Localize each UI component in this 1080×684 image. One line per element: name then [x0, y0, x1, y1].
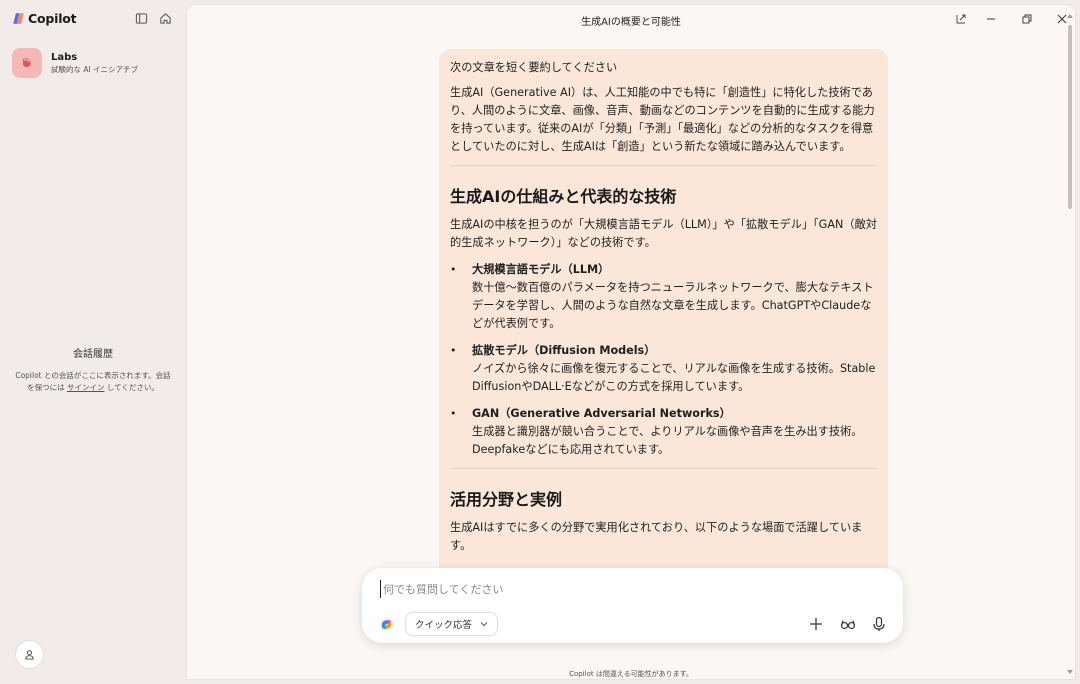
chevron-down-icon	[480, 622, 488, 627]
technology-list: 大規模言語モデル（LLM） 数十億〜数百億のパラメータを持つニューラルネットワー…	[450, 261, 877, 459]
minimize-button[interactable]	[981, 11, 1001, 27]
section-heading-mechanism: 生成AIの仕組みと代表的な技術	[450, 187, 677, 206]
composer: クイック応答	[362, 568, 903, 643]
history-title: 会話履歴	[73, 349, 113, 360]
list-item-desc: ノイズから徐々に画像を復元することで、リアルな画像を生成する技術。Stable …	[472, 362, 876, 393]
divider	[450, 468, 877, 469]
add-attachment-button[interactable]	[806, 614, 826, 634]
user-icon	[25, 650, 34, 660]
history-description: Copilot との会話がここに表示されます。会話を保つには サインイン してく…	[14, 370, 172, 394]
message-bubble: 次の文章を短く要約してください 生成AI（Generative AI）は、人工知…	[439, 49, 888, 609]
profile-button[interactable]	[15, 640, 44, 669]
restore-button[interactable]	[1017, 11, 1037, 27]
list-item: 拡散モデル（Diffusion Models） ノイズから徐々に画像を復元するこ…	[450, 342, 877, 396]
home-button[interactable]	[157, 10, 173, 26]
list-item: GAN（Generative Adversarial Networks） 生成器…	[450, 405, 877, 459]
history-desc-post: してください。	[104, 383, 159, 392]
list-item-desc: 生成器と識別器が競い合うことで、よりリアルな画像や音声を生み出す技術。Deepf…	[472, 425, 863, 456]
response-mode-label: クイック応答	[415, 620, 473, 631]
conversation-title: 生成AIの概要と可能性	[581, 17, 681, 28]
home-icon	[159, 12, 171, 24]
voice-button[interactable]	[869, 614, 889, 634]
scrollbar-thumb[interactable]	[1068, 25, 1072, 209]
plus-icon	[810, 618, 822, 630]
disclaimer: Copilot は間違える可能性があります。	[569, 670, 693, 678]
glasses-icon	[840, 620, 856, 630]
brand[interactable]: Copilot	[12, 10, 77, 26]
microphone-icon	[873, 616, 885, 631]
user-prompt: 次の文章を短く要約してください	[450, 61, 618, 74]
vision-button[interactable]	[838, 614, 858, 634]
brand-name: Copilot	[28, 10, 77, 26]
list-item: 大規模言語モデル（LLM） 数十億〜数百億のパラメータを持つニューラルネットワー…	[450, 261, 877, 333]
signin-link[interactable]: サインイン	[67, 383, 105, 392]
scroll-up-icon[interactable]	[1067, 13, 1073, 19]
sidebar: Copilot Labs 試験的な AI イニシアチブ 会話履歴 Copilot…	[0, 0, 186, 684]
response-mode-dropdown[interactable]: クイック応答	[405, 612, 499, 636]
section-heading-applications: 活用分野と実例	[450, 490, 563, 509]
list-item-desc: 数十億〜数百億のパラメータを持つニューラルネットワークで、膨大なテキストデータを…	[472, 281, 874, 330]
intro-paragraph: 生成AI（Generative AI）は、人工知能の中でも特に「創造性」に特化し…	[450, 86, 875, 153]
labs-subtitle: 試験的な AI イニシアチブ	[51, 65, 138, 74]
labs-title: Labs	[51, 52, 78, 63]
labs-icon	[12, 48, 42, 78]
popout-icon	[956, 14, 966, 24]
flask-icon	[23, 58, 31, 68]
sidebar-panel-icon	[135, 12, 147, 24]
popout-button[interactable]	[951, 11, 971, 27]
list-item-title: GAN（Generative Adversarial Networks）	[472, 407, 731, 420]
minimize-icon	[987, 18, 995, 20]
divider	[450, 165, 877, 166]
section-text-applications: 生成AIはすでに多くの分野で実用化されており、以下のような場面で活躍しています。	[450, 521, 863, 552]
main-panel: 生成AIの概要と可能性 次の文章を短く要約してください 生成AI（Generat…	[186, 4, 1076, 680]
close-icon	[1057, 14, 1067, 24]
copilot-logo-icon	[13, 12, 24, 24]
list-item-title: 大規模言語モデル（LLM）	[472, 263, 610, 276]
message-input[interactable]	[380, 580, 880, 598]
restore-icon	[1022, 14, 1032, 24]
labs-entry[interactable]: Labs 試験的な AI イニシアチブ	[12, 48, 138, 78]
section-text-mechanism: 生成AIの中核を担うのが「大規模言語モデル（LLM）」や「拡散モデル」「GAN（…	[450, 218, 877, 249]
toggle-sidebar-button[interactable]	[133, 10, 149, 26]
list-item-title: 拡散モデル（Diffusion Models）	[472, 344, 656, 357]
copilot-logo-icon	[379, 617, 394, 632]
